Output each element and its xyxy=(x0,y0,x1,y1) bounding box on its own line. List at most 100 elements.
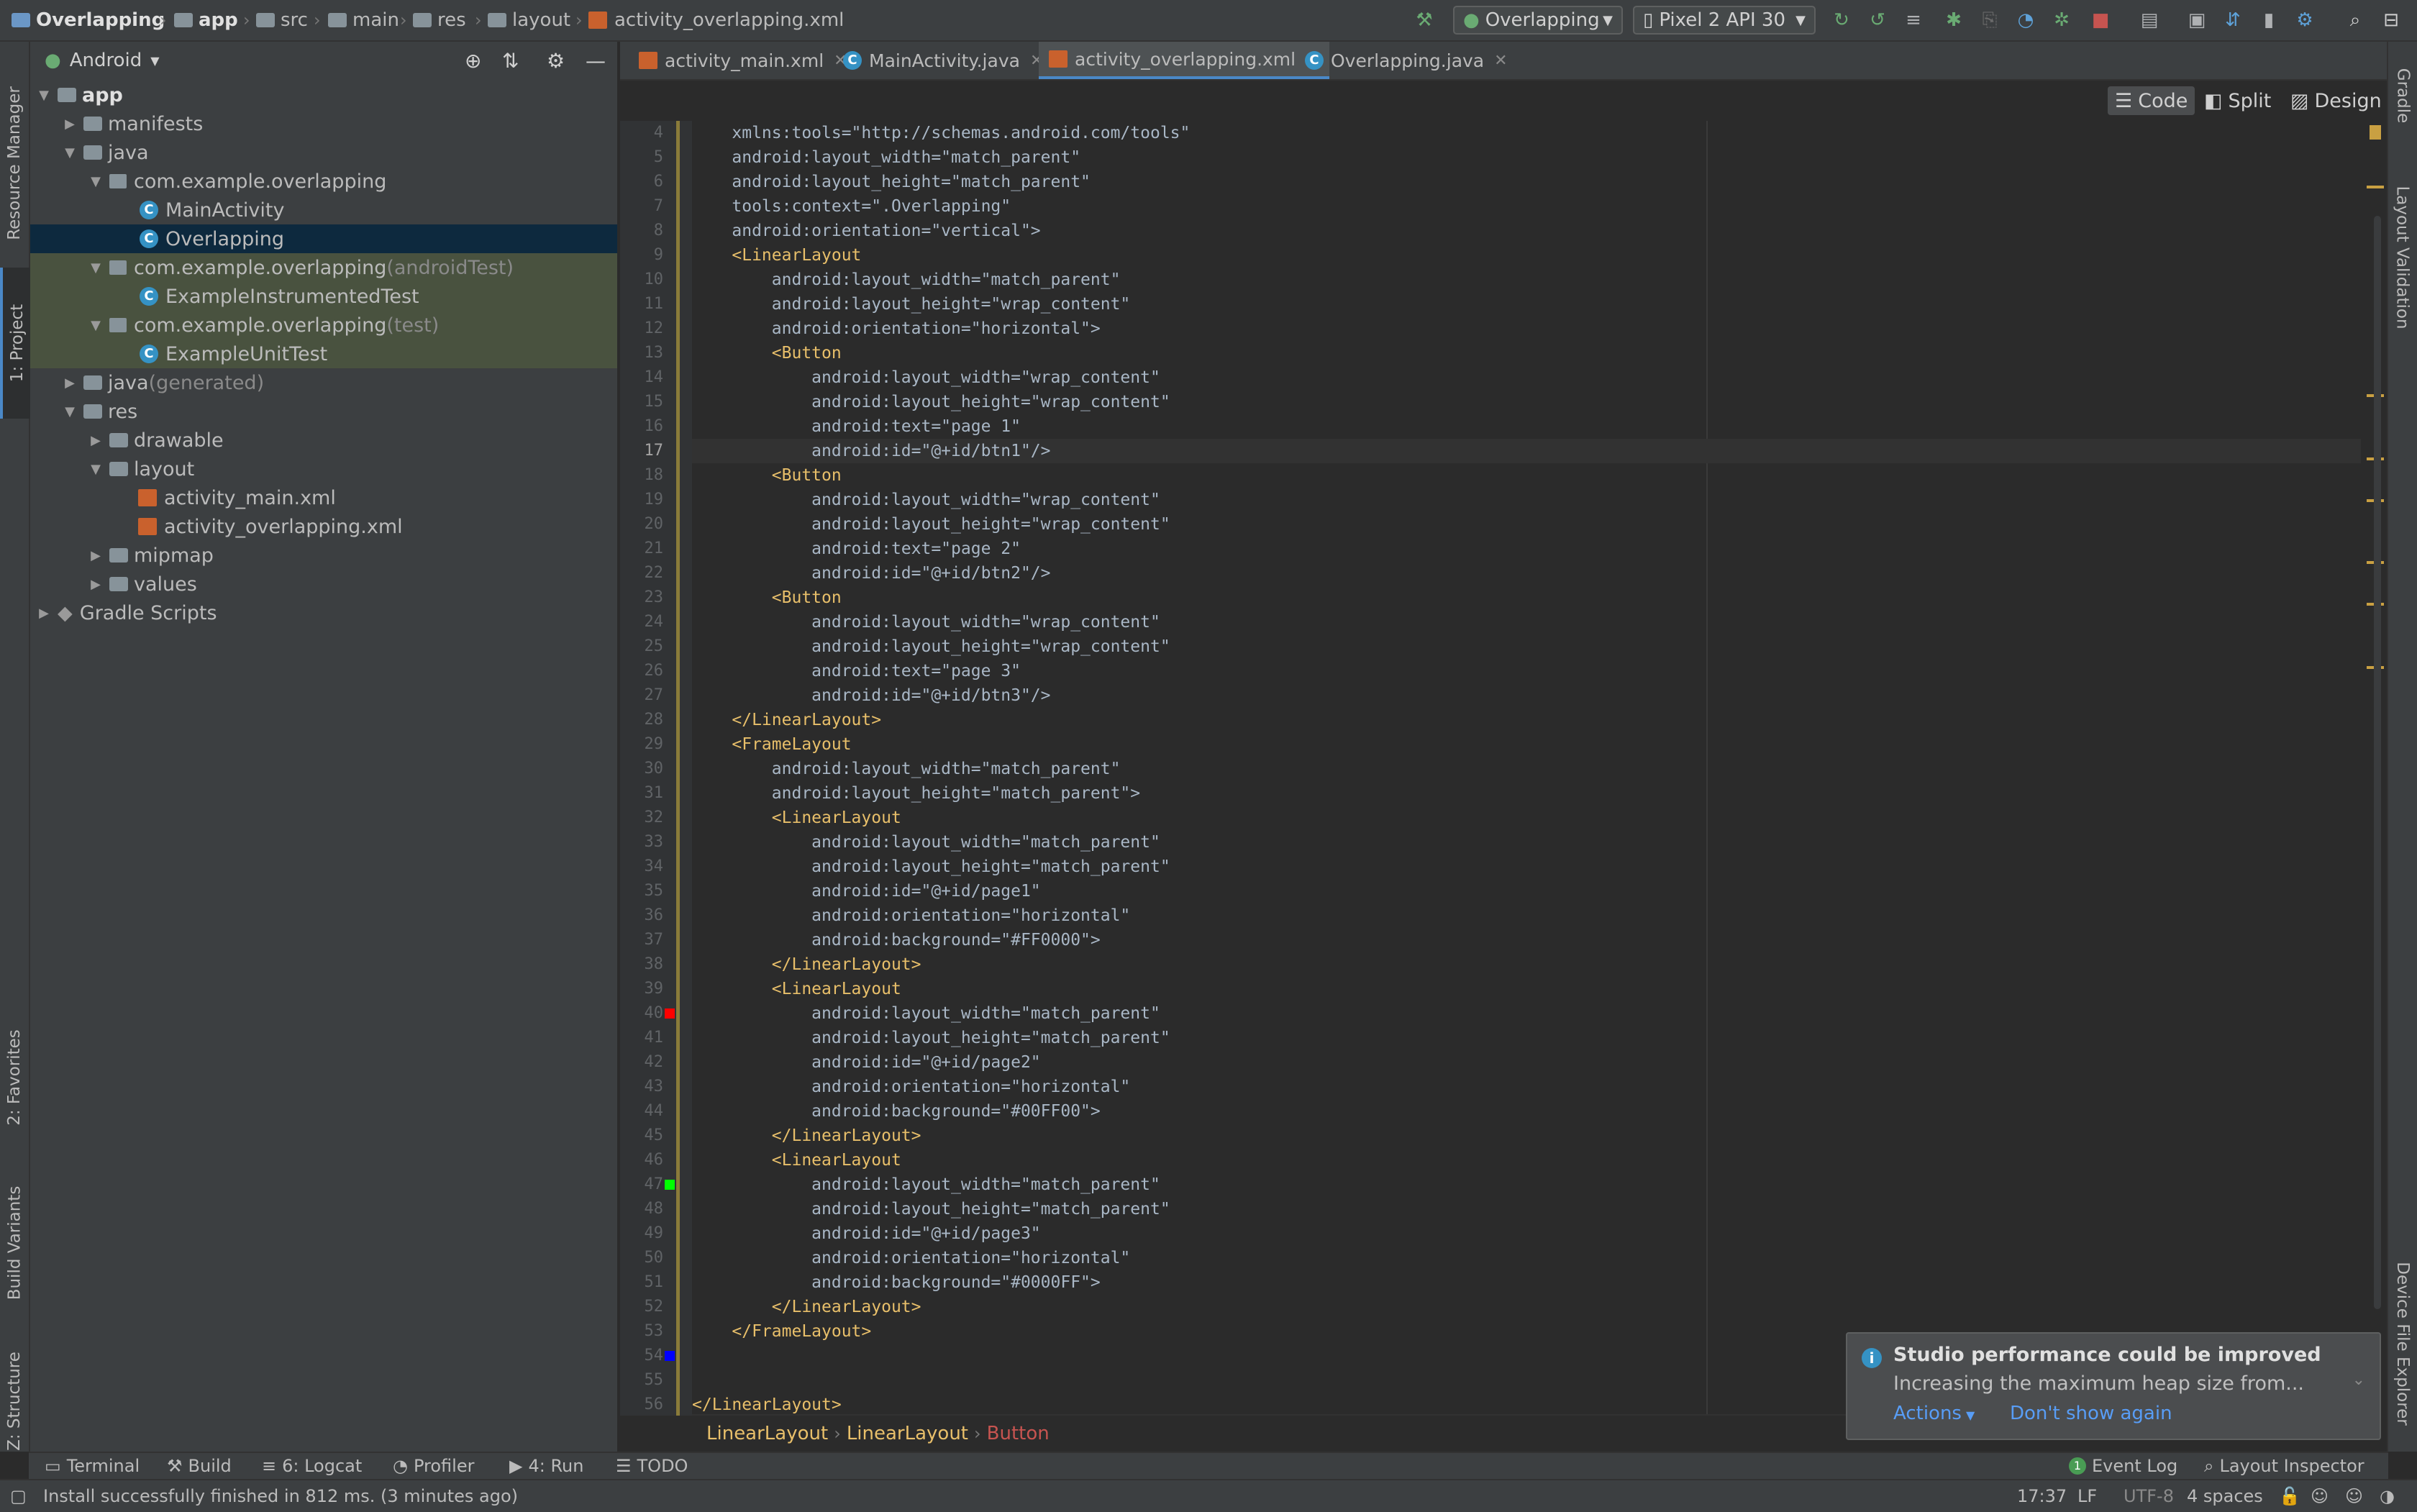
run-config-select[interactable]: ● Overlapping ▼ xyxy=(1453,6,1623,35)
locate-icon[interactable]: ⊕ xyxy=(465,49,481,73)
gear-icon[interactable]: ⚙ xyxy=(547,49,565,73)
status-message[interactable]: Install successfully finished in 812 ms.… xyxy=(43,1480,518,1512)
lock-icon[interactable]: 🔓 xyxy=(2279,1480,2300,1512)
apply-changes-icon[interactable]: ↻ xyxy=(1830,9,1853,32)
tree-item-overlapping[interactable]: C Overlapping xyxy=(30,224,617,253)
tab-activity-main-xml[interactable]: activity_main.xml ✕ xyxy=(629,42,857,79)
inspector-face-icon[interactable]: ☺ xyxy=(2311,1480,2329,1512)
terminal-tab[interactable]: ▭ Terminal xyxy=(45,1453,140,1479)
tree-item-manifests[interactable]: ▶ manifests xyxy=(30,109,617,138)
device-select[interactable]: ▯ Pixel 2 API 30 ▼ xyxy=(1633,6,1816,35)
sync-project-icon[interactable]: ▤ xyxy=(2138,9,2161,32)
tree-item-res[interactable]: ▼ res xyxy=(30,397,617,426)
device-manager-icon[interactable]: ▮ xyxy=(2257,9,2280,32)
code-editor[interactable]: xmlns:tools="http://schemas.android.com/… xyxy=(692,121,2361,1416)
tree-item-activity-main-xml[interactable]: activity_main.xml xyxy=(30,483,617,512)
scroll-marker[interactable] xyxy=(2367,186,2384,188)
logcat-tab[interactable]: ≡ 6: Logcat xyxy=(262,1453,362,1479)
tree-item-java-generated[interactable]: ▶ java (generated) xyxy=(30,368,617,397)
layout-inspector-tab[interactable]: ⌕ Layout Inspector xyxy=(2204,1453,2364,1479)
tree-item-instrumented-test[interactable]: C ExampleInstrumentedTest xyxy=(30,282,617,311)
tree-item-mainactivity[interactable]: C MainActivity xyxy=(30,196,617,224)
minimize-icon[interactable]: — xyxy=(586,49,606,73)
inspection-status-icon[interactable] xyxy=(2370,125,2381,140)
device-file-explorer-tab[interactable]: Device File Explorer xyxy=(2388,1236,2417,1452)
gradle-tab[interactable]: Gradle xyxy=(2388,49,2417,142)
color-swatch-blue[interactable] xyxy=(665,1351,675,1361)
sdk-manager-icon[interactable]: ⇵ xyxy=(2221,9,2244,32)
color-swatch-red[interactable] xyxy=(665,1008,675,1019)
breadcrumb-main[interactable]: main xyxy=(328,0,399,40)
tree-item-app[interactable]: ▼ app xyxy=(30,81,617,109)
collapse-all-icon[interactable]: ⇅ xyxy=(502,49,519,73)
view-selector[interactable]: Android xyxy=(70,50,142,71)
tree-item-unit-test[interactable]: C ExampleUnitTest xyxy=(30,340,617,368)
stop-icon[interactable]: ■ xyxy=(2089,9,2112,32)
breadcrumb-app[interactable]: app xyxy=(174,0,238,40)
tree-item-java[interactable]: ▼ java xyxy=(30,138,617,167)
color-swatch-green[interactable] xyxy=(665,1180,675,1190)
favorites-tab[interactable]: 2: Favorites xyxy=(0,1006,29,1149)
profile-icon[interactable]: ◔ xyxy=(2014,9,2037,32)
generated-folder-icon xyxy=(83,375,102,390)
hierarchy-icon[interactable]: ⊟ xyxy=(2380,9,2403,32)
breadcrumb-linearlayout-inner[interactable]: LinearLayout xyxy=(847,1423,968,1444)
mode-split-button[interactable]: ◧ Split xyxy=(2197,86,2278,115)
build-tab[interactable]: ⚒ Build xyxy=(167,1453,232,1479)
notification-actions-link[interactable]: Actions ▼ xyxy=(1893,1403,1975,1424)
tree-item-activity-overlapping-xml[interactable]: activity_overlapping.xml xyxy=(30,512,617,541)
tree-item-gradle-scripts[interactable]: ▶ ◆ Gradle Scripts xyxy=(30,598,617,627)
line-separator[interactable]: LF xyxy=(2077,1480,2097,1512)
tree-item-mipmap[interactable]: ▶ mipmap xyxy=(30,541,617,570)
caret-position[interactable]: 17:37 xyxy=(2017,1480,2067,1512)
tree-item-values[interactable]: ▶ values xyxy=(30,570,617,598)
breadcrumb-linearlayout[interactable]: LinearLayout xyxy=(706,1423,828,1444)
layout-validation-tab[interactable]: Layout Validation xyxy=(2388,164,2417,351)
feedback-face-icon[interactable]: ☺ xyxy=(2345,1480,2363,1512)
resource-manager-tab[interactable]: Resource Manager xyxy=(0,59,29,268)
attach-debugger-icon[interactable]: ⎘ xyxy=(1978,9,2001,32)
breadcrumb-res[interactable]: res xyxy=(413,0,466,40)
chevron-down-icon[interactable]: ▼ xyxy=(150,54,159,68)
build-hammer-icon[interactable]: ⚒ xyxy=(1413,9,1436,32)
tree-item-package-androidtest[interactable]: ▼ com.example.overlapping (androidTest) xyxy=(30,253,617,282)
tab-activity-overlapping-xml[interactable]: activity_overlapping.xml✕ xyxy=(1039,42,1329,79)
mode-design-button[interactable]: ▨ Design xyxy=(2283,86,2389,115)
vertical-scrollbar[interactable] xyxy=(2374,216,2381,1309)
run-tab[interactable]: ▶ 4: Run xyxy=(509,1453,583,1479)
search-icon[interactable]: ⌕ xyxy=(2344,9,2367,32)
indent-setting[interactable]: 4 spaces xyxy=(2187,1480,2263,1512)
tab-mainactivity-java[interactable]: C MainActivity.java ✕ xyxy=(833,42,1053,79)
tree-item-package-test[interactable]: ▼ com.example.overlapping (test) xyxy=(30,311,617,340)
project-tool-tab[interactable]: 1: Project xyxy=(0,268,32,419)
todo-tab[interactable]: ☰ TODO xyxy=(616,1453,688,1479)
breadcrumb-project[interactable]: Overlapping xyxy=(12,0,165,40)
debug-icon[interactable]: ✱ xyxy=(1942,9,1965,32)
file-encoding[interactable]: UTF-8 xyxy=(2124,1480,2174,1512)
dont-show-again-link[interactable]: Don't show again xyxy=(2010,1403,2172,1424)
mode-code-button[interactable]: ☰ Code xyxy=(2108,86,2195,115)
tree-item-package[interactable]: ▼ com.example.overlapping xyxy=(30,167,617,196)
breadcrumb-file[interactable]: activity_overlapping.xml xyxy=(588,0,844,40)
build-variants-tab[interactable]: Build Variants xyxy=(0,1164,29,1322)
memory-indicator-icon[interactable]: ◑ xyxy=(2380,1480,2395,1512)
line-number: 38 xyxy=(644,955,664,973)
breadcrumb-button[interactable]: Button xyxy=(987,1423,1050,1444)
vcs-change-marker[interactable] xyxy=(676,121,680,1416)
structure-tab[interactable]: Z: Structure xyxy=(0,1336,29,1466)
assistant-icon[interactable]: ⚙ xyxy=(2293,9,2316,32)
apply-code-changes-icon[interactable]: ↺ xyxy=(1866,9,1889,32)
debug-attach-icon[interactable]: ✲ xyxy=(2050,9,2073,32)
profiler-tab[interactable]: ◔ Profiler xyxy=(393,1453,474,1479)
tree-item-drawable[interactable]: ▶ drawable xyxy=(30,426,617,455)
tab-overlapping-java[interactable]: C Overlapping.java ✕ xyxy=(1295,42,1518,79)
rerun-list-icon[interactable]: ≡ xyxy=(1902,9,1925,32)
breadcrumb-src[interactable]: src xyxy=(256,0,308,40)
close-icon[interactable]: ✕ xyxy=(1494,52,1507,70)
tree-item-layout[interactable]: ▼ layout xyxy=(30,455,617,483)
expand-chevron-icon[interactable]: ⌄ xyxy=(2352,1371,2365,1389)
breadcrumb-layout[interactable]: layout xyxy=(488,0,570,40)
avd-manager-icon[interactable]: ▣ xyxy=(2185,9,2208,32)
event-log-tab[interactable]: 1 Event Log xyxy=(2069,1453,2177,1479)
toggle-tool-windows-icon[interactable]: ▢ xyxy=(10,1480,27,1512)
